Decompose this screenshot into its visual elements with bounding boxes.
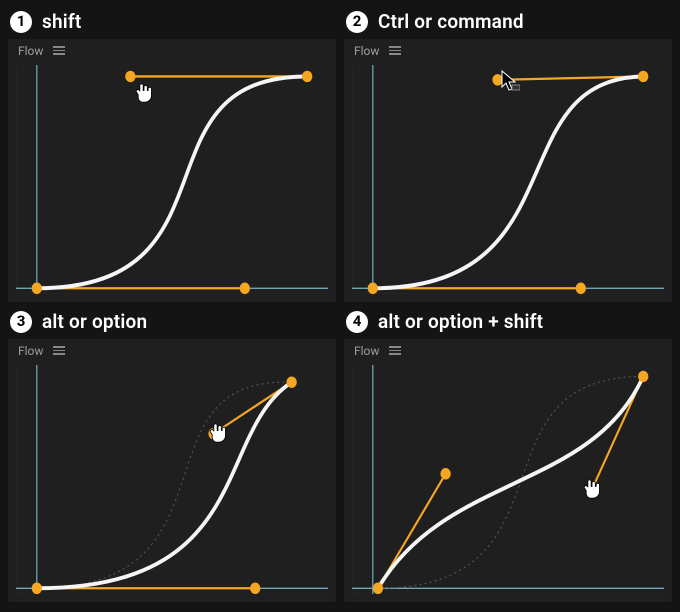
menu-icon[interactable]: [389, 46, 401, 56]
curve-plot[interactable]: [352, 365, 664, 594]
step-number-badge: 1: [10, 11, 32, 33]
menu-icon[interactable]: [53, 46, 65, 56]
curve-handle[interactable]: [440, 468, 450, 479]
panels-grid: 1 shift Flow: [0, 0, 680, 612]
panel-title: shift: [42, 10, 81, 33]
curve-handle[interactable]: [208, 428, 218, 439]
panel-title: alt or option: [42, 310, 147, 333]
tab-flow[interactable]: Flow: [18, 44, 43, 58]
panel-alt-option: 3 alt or option Flow: [8, 310, 336, 602]
panel-header: 4 alt or option + shift: [344, 310, 672, 339]
panel-ctrl-command: 2 Ctrl or command Flow: [344, 10, 672, 302]
panel-alt-option-shift: 4 alt or option + shift Flow: [344, 310, 672, 602]
curve-anchor[interactable]: [368, 283, 378, 294]
panel-tabbar: Flow: [8, 339, 336, 361]
curve-anchor[interactable]: [638, 71, 648, 82]
curve-handle[interactable]: [240, 283, 250, 294]
menu-icon[interactable]: [53, 346, 65, 356]
curve-anchor[interactable]: [302, 71, 312, 82]
curve-anchor[interactable]: [32, 583, 42, 594]
curve-plot[interactable]: [16, 65, 328, 294]
curve-anchor[interactable]: [638, 371, 648, 382]
curve-editor-panel: Flow: [344, 39, 672, 302]
step-number-badge: 2: [346, 11, 368, 33]
panel-title: alt or option + shift: [378, 310, 543, 333]
curve-anchor[interactable]: [373, 583, 383, 594]
tab-flow[interactable]: Flow: [18, 344, 43, 358]
step-number-badge: 4: [346, 311, 368, 333]
curve-handle[interactable]: [250, 583, 260, 594]
curve-handle[interactable]: [576, 283, 586, 294]
tab-flow[interactable]: Flow: [354, 344, 379, 358]
panel-tabbar: Flow: [344, 339, 672, 361]
curve-editor-panel: Flow: [8, 339, 336, 602]
curve-handle[interactable]: [125, 71, 135, 82]
curve-editor-panel: Flow: [8, 39, 336, 302]
panel-tabbar: Flow: [344, 39, 672, 61]
curve-anchor[interactable]: [286, 376, 296, 387]
curve-handle[interactable]: [586, 485, 596, 496]
curve-anchor[interactable]: [32, 283, 42, 294]
curve-handle[interactable]: [492, 74, 502, 85]
panel-tabbar: Flow: [8, 39, 336, 61]
curve-editor-panel: Flow: [344, 339, 672, 602]
panel-header: 2 Ctrl or command: [344, 10, 672, 39]
menu-icon[interactable]: [389, 346, 401, 356]
panel-header: 3 alt or option: [8, 310, 336, 339]
tab-flow[interactable]: Flow: [354, 44, 379, 58]
panel-title: Ctrl or command: [378, 10, 524, 33]
step-number-badge: 3: [10, 311, 32, 333]
curve-plot[interactable]: [16, 365, 328, 594]
panel-shift: 1 shift Flow: [8, 10, 336, 302]
panel-header: 1 shift: [8, 10, 336, 39]
curve-plot[interactable]: [352, 65, 664, 294]
